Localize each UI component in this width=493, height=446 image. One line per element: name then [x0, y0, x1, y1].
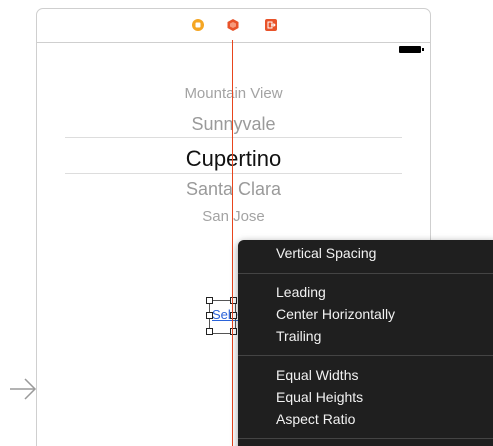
menu-item-leading[interactable]: Leading: [276, 284, 326, 300]
view-controller-icon[interactable]: [192, 18, 204, 31]
segue-arrow-icon[interactable]: [8, 374, 38, 409]
exit-icon[interactable]: [265, 18, 277, 31]
menu-separator: [238, 438, 493, 439]
picker-row: Santa Clara: [185, 179, 282, 199]
menu-item-trailing[interactable]: Trailing: [276, 328, 321, 344]
resize-handle[interactable]: [206, 328, 213, 335]
scene-dock: [37, 9, 430, 43]
menu-item-vertical-spacing[interactable]: Vertical Spacing: [276, 245, 376, 261]
picker-selection-line-top: [65, 137, 402, 138]
alignment-guide: [232, 40, 233, 446]
picker-row: Sunnyvale: [191, 114, 276, 134]
menu-item-center-horizontally[interactable]: Center Horizontally: [276, 306, 395, 322]
first-responder-icon[interactable]: [227, 18, 239, 31]
menu-separator: [238, 355, 493, 356]
menu-item-aspect-ratio[interactable]: Aspect Ratio: [276, 411, 355, 427]
storyboard-canvas: Mountain View Sunnyvale Cupertino Santa …: [0, 0, 493, 446]
picker-row: San Jose: [202, 208, 265, 225]
resize-handle[interactable]: [206, 312, 213, 319]
picker-row-selected: Cupertino: [185, 146, 282, 171]
constraint-menu: Vertical Spacing Leading Center Horizont…: [238, 240, 493, 446]
resize-handle[interactable]: [206, 297, 213, 304]
menu-item-equal-widths[interactable]: Equal Widths: [276, 367, 358, 383]
menu-separator: [238, 273, 493, 274]
menu-item-equal-heights[interactable]: Equal Heights: [276, 389, 363, 405]
picker-selection-line-bottom: [65, 173, 402, 174]
battery-icon: [399, 46, 424, 53]
picker-row: Mountain View: [184, 85, 283, 102]
